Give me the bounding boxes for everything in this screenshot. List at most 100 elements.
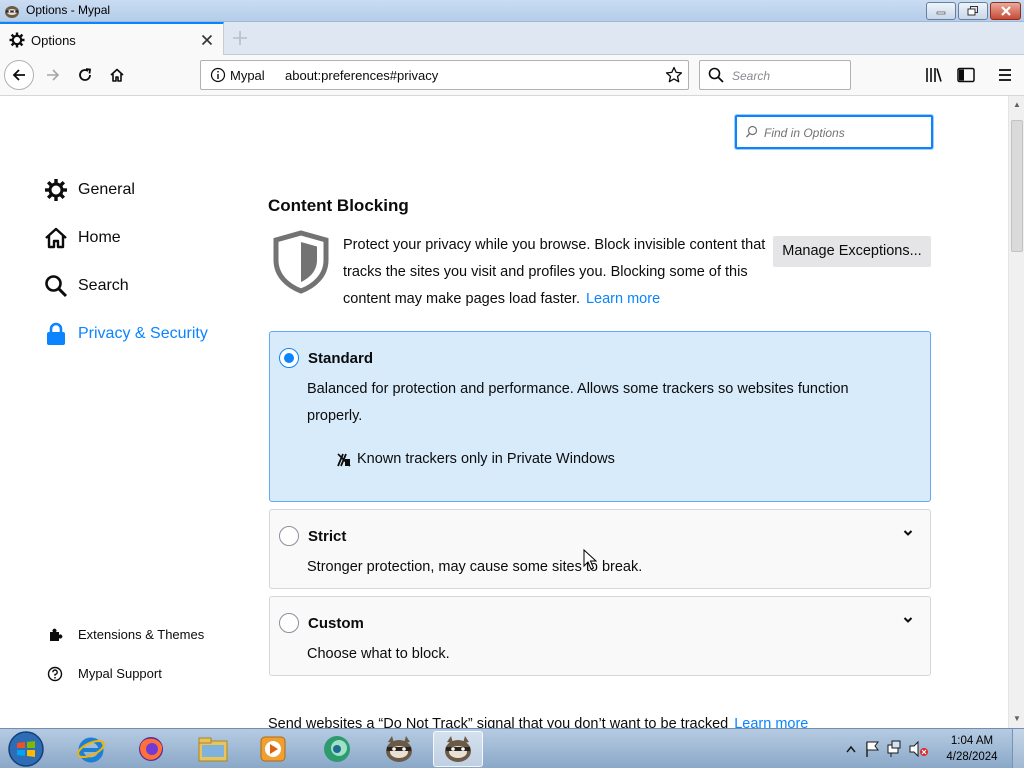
chevron-down-icon[interactable]	[902, 615, 914, 625]
taskbar-media-player[interactable]	[248, 731, 298, 767]
scroll-up-icon[interactable]: ▲	[1013, 100, 1021, 109]
search-icon	[745, 125, 758, 138]
back-button[interactable]	[4, 60, 34, 90]
title-bar: Options - Mypal	[0, 0, 1024, 22]
taskbar: 1:04 AM 4/28/2024	[0, 728, 1024, 768]
category-general[interactable]: General	[44, 176, 244, 206]
find-placeholder: Find in Options	[764, 126, 845, 140]
close-icon	[1000, 6, 1011, 16]
identity-label: Mypal	[230, 68, 265, 83]
reload-button[interactable]	[70, 60, 100, 90]
manage-exceptions-button[interactable]: Manage Exceptions...	[773, 236, 931, 267]
category-label: General	[78, 181, 135, 198]
tab-label: Options	[31, 33, 76, 48]
volume-muted-icon	[909, 740, 928, 758]
gear-icon	[9, 32, 25, 48]
mypal-icon	[386, 736, 412, 762]
lock-icon	[47, 322, 65, 345]
mouse-cursor-icon	[583, 549, 597, 570]
home-button[interactable]	[102, 60, 132, 90]
option-description: Stronger protection, may cause some site…	[307, 559, 643, 575]
mypal-app-icon	[5, 6, 19, 18]
category-search[interactable]: Search	[44, 272, 244, 302]
page-scrollbar[interactable]: ▲ ▼	[1008, 96, 1024, 728]
identity-box[interactable]: Mypal	[201, 61, 277, 89]
help-icon	[47, 666, 63, 682]
show-desktop-button[interactable]	[1012, 729, 1024, 768]
url-text[interactable]: about:preferences#privacy	[285, 68, 438, 83]
close-window-button[interactable]	[990, 2, 1021, 20]
internet-explorer-icon	[77, 737, 105, 763]
tray-expand-icon	[846, 745, 856, 753]
nav-bar: Mypal about:preferences#privacy Search	[0, 55, 1024, 96]
find-in-options-input[interactable]: Find in Options	[735, 115, 933, 149]
bookmark-star-icon[interactable]	[665, 66, 683, 84]
sidebar-toggle-icon[interactable]	[957, 67, 975, 83]
category-label: Privacy & Security	[78, 325, 208, 342]
gear-icon	[45, 179, 67, 201]
file-explorer-icon	[198, 737, 228, 762]
radio-custom[interactable]	[279, 613, 299, 633]
library-icon[interactable]	[925, 67, 943, 83]
option-title: Strict	[308, 528, 347, 545]
chevron-down-icon[interactable]	[902, 528, 914, 538]
taskbar-internet-explorer[interactable]	[66, 731, 116, 767]
forward-arrow-icon	[47, 69, 60, 81]
search-icon	[45, 275, 68, 298]
firefox-icon	[139, 737, 163, 761]
back-arrow-icon	[12, 69, 25, 81]
clock[interactable]: 1:04 AM 4/28/2024	[935, 733, 1009, 765]
home-icon	[110, 68, 124, 82]
search-bar[interactable]: Search	[699, 60, 851, 90]
scroll-thumb[interactable]	[1011, 120, 1023, 252]
menu-icon[interactable]	[997, 67, 1013, 83]
tab-options[interactable]: Options	[0, 22, 224, 56]
category-label: Search	[78, 277, 129, 294]
footer-link-label: Mypal Support	[78, 666, 162, 681]
clock-date: 4/28/2024	[946, 751, 998, 763]
start-button-icon[interactable]	[6, 730, 46, 768]
shield-icon	[273, 230, 329, 294]
option-standard[interactable]: Standard Balanced for protection and per…	[269, 331, 931, 502]
action-center-flag-icon	[866, 741, 879, 757]
radio-strict[interactable]	[279, 526, 299, 546]
category-privacy-security[interactable]: Privacy & Security	[44, 320, 244, 350]
scroll-down-icon[interactable]: ▼	[1013, 714, 1021, 723]
system-tray-icons[interactable]	[842, 737, 932, 761]
window-title: Options - Mypal	[26, 3, 111, 17]
taskbar-firefox[interactable]	[126, 731, 176, 767]
category-label: Home	[78, 229, 121, 246]
new-tab-icon[interactable]	[229, 27, 251, 49]
option-description: Balanced for protection and performance.…	[307, 381, 849, 424]
url-bar[interactable]: Mypal about:preferences#privacy	[200, 60, 689, 90]
radio-standard[interactable]	[279, 348, 299, 368]
extensions-themes-link[interactable]: Extensions & Themes	[47, 624, 247, 646]
search-placeholder: Search	[732, 69, 771, 83]
dnt-text: Send websites a “Do Not Track” signal th…	[268, 716, 729, 728]
learn-more-link[interactable]: Learn more	[586, 291, 660, 307]
taskbar-file-explorer[interactable]	[188, 731, 238, 767]
minimize-button[interactable]	[926, 2, 956, 20]
restore-icon	[967, 6, 978, 16]
taskbar-mypal-active[interactable]	[433, 731, 483, 767]
taskbar-mypal[interactable]	[374, 731, 424, 767]
network-icon	[887, 740, 901, 757]
option-title: Custom	[308, 615, 364, 632]
description-text: Protect your privacy while you browse. B…	[343, 237, 766, 307]
forward-button[interactable]	[38, 60, 68, 90]
puzzle-icon	[50, 628, 63, 641]
dnt-learn-more-link[interactable]: Learn more	[734, 716, 808, 728]
option-custom[interactable]: Custom Choose what to block.	[269, 596, 931, 676]
info-icon	[210, 67, 226, 83]
clock-time: 1:04 AM	[950, 735, 994, 747]
tab-close-icon[interactable]	[198, 31, 216, 49]
option-strict[interactable]: Strict Stronger protection, may cause so…	[269, 509, 931, 589]
tracker-detail-label: Known trackers only in Private Windows	[357, 451, 615, 467]
restore-button[interactable]	[958, 2, 988, 20]
support-link[interactable]: Mypal Support	[47, 663, 247, 685]
taskbar-chat[interactable]	[312, 731, 362, 767]
category-home[interactable]: Home	[44, 224, 244, 254]
minimize-icon	[936, 11, 946, 15]
do-not-track-row: Send websites a “Do Not Track” signal th…	[268, 716, 808, 728]
option-description: Choose what to block.	[307, 646, 450, 662]
